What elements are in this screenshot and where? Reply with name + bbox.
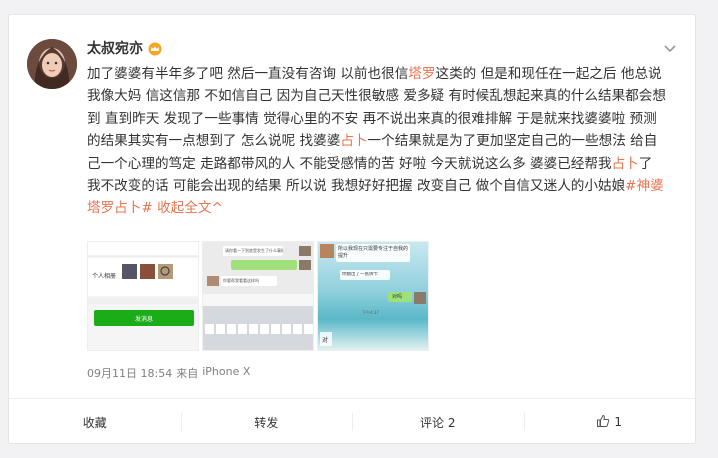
- like-button[interactable]: 1: [523, 399, 696, 445]
- comment-button[interactable]: 评论 2: [352, 399, 524, 445]
- like-count: 1: [614, 415, 623, 429]
- source-prefix: 来自: [176, 367, 199, 380]
- repost-button[interactable]: 转发: [180, 399, 353, 445]
- image-thumbnail[interactable]: 所以我现在只需要专注于自我的提升 你翻出了一张牌卡 对吗 下午4:37 对: [317, 241, 429, 351]
- chevron-down-icon[interactable]: [661, 39, 679, 57]
- chat-ok: 对: [322, 337, 329, 344]
- image-thumbnail[interactable]: 个人相册 发消息: [87, 241, 199, 351]
- source-device: iPhone X: [202, 365, 251, 378]
- keyword-tarot[interactable]: 塔罗: [408, 66, 435, 82]
- repost-label: 转发: [254, 415, 279, 430]
- chat-reply: 对吗: [392, 294, 403, 300]
- chat-bubble: 请你看一下到底是发生了什么事情啊: [225, 248, 283, 253]
- crown-icon[interactable]: [147, 41, 163, 56]
- action-bar: 收藏 转发 评论 2 1: [9, 399, 695, 445]
- avatar[interactable]: [27, 39, 77, 89]
- chat-bubble: 你翻出了一张牌卡: [342, 272, 378, 277]
- post-text-part: 加了婆婆有半年多了吧 然后一直没有咨询 以前也很信: [87, 66, 409, 82]
- username-row: 太叔宛亦: [87, 39, 163, 57]
- post-date[interactable]: 09月11日 18:54: [87, 365, 172, 381]
- image-thumbnail[interactable]: 请你看一下到底是发生了什么事情啊 你要帮我看看这样吗: [202, 241, 314, 351]
- keyword-divination[interactable]: 占卜: [612, 156, 639, 172]
- collapse-text-link[interactable]: 收起全文^: [157, 200, 223, 216]
- keyword-divination[interactable]: 占卜: [340, 133, 367, 149]
- thumbs-up-icon: [596, 414, 610, 431]
- chat-bubble: 你要帮我看看这样吗: [223, 278, 259, 283]
- weibo-post-card: 太叔宛亦 加了婆婆有半年多了吧 然后一直没有咨询 以前也很信塔罗这类的 但是和现…: [8, 14, 696, 444]
- chat-caption: 所以我现在只需要专注于自我的提升: [338, 246, 409, 259]
- favorite-label: 收藏: [82, 415, 107, 430]
- post-meta: 09月11日 18:54 来自 iPhone X: [87, 365, 250, 381]
- send-message-button: 发消息: [134, 316, 153, 323]
- favorite-button[interactable]: 收藏: [9, 399, 181, 445]
- username[interactable]: 太叔宛亦: [87, 38, 143, 58]
- chat-time: 下午4:37: [362, 310, 379, 315]
- comment-label: 评论 2: [420, 415, 456, 430]
- album-label: 个人相册: [92, 273, 117, 280]
- image-grid: 个人相册 发消息 请你看一下到底是发生了什么事情啊 你要帮我看看这样吗 所以我现…: [87, 241, 429, 351]
- post-body: 加了婆婆有半年多了吧 然后一直没有咨询 以前也很信塔罗这类的 但是和现任在一起之…: [87, 63, 667, 220]
